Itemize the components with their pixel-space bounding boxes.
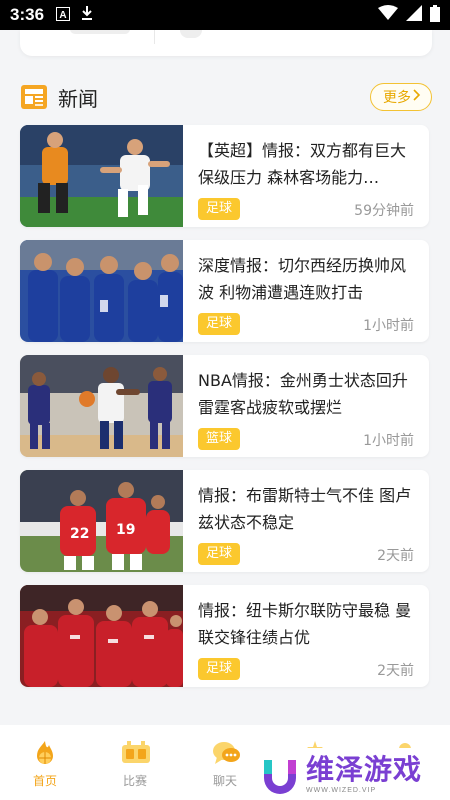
download-icon xyxy=(80,5,94,25)
tab-label: 比赛 xyxy=(122,774,147,788)
news-time: 59分钟前 xyxy=(354,203,414,219)
signal-icon xyxy=(406,5,422,25)
news-time: 1小时前 xyxy=(363,433,414,449)
tab-label: 聊天 xyxy=(212,774,237,788)
news-thumbnail xyxy=(20,240,183,342)
ghost-badge xyxy=(180,30,202,38)
category-tag: 篮球 xyxy=(198,428,241,450)
more-label: 更多 xyxy=(383,90,411,106)
battery-icon xyxy=(430,4,440,26)
news-headline: 情报：布雷斯特士气不佳 图卢兹状态不稳定 xyxy=(198,486,412,532)
watermark-url: WWW.WIZED.VIP xyxy=(306,787,377,794)
news-item[interactable]: 【英超】情报：双方都有巨大保级压力 森林客场能力… 足球 59分钟前 xyxy=(20,125,429,227)
news-section-header: 新闻 更多 xyxy=(20,80,432,114)
svg-text:A: A xyxy=(59,10,66,21)
news-time: 2天前 xyxy=(377,663,414,679)
chevron-right-icon xyxy=(413,89,421,105)
svg-text:22: 22 xyxy=(70,526,89,542)
scoreboard-icon xyxy=(121,739,150,767)
news-time: 2天前 xyxy=(377,548,414,564)
news-headline: 【英超】情报：双方都有巨大保级压力 森林客场能力… xyxy=(198,141,407,187)
svg-text:19: 19 xyxy=(116,522,135,538)
match-card-remnant[interactable] xyxy=(20,30,432,56)
news-item[interactable]: 深度情报：切尔西经历换帅风波 利物浦遭遇连败打击 足球 1小时前 xyxy=(20,240,429,342)
category-tag: 足球 xyxy=(198,313,241,335)
divider xyxy=(154,30,155,44)
notification-a-icon: A xyxy=(56,6,71,25)
news-list: 【英超】情报：双方都有巨大保级压力 森林客场能力… 足球 59分钟前 深度情报：… xyxy=(20,125,429,700)
tab-matches[interactable]: 比赛 xyxy=(90,725,180,800)
news-headline: 情报：纽卡斯尔联防守最稳 曼联交锋往绩占优 xyxy=(198,601,412,647)
news-time: 1小时前 xyxy=(363,318,414,334)
category-tag: 足球 xyxy=(198,658,241,680)
news-item[interactable]: 22 19 情报：布雷斯特士气不佳 图卢兹状态不稳定 足球 2天前 xyxy=(20,470,429,572)
watermark-text: 维泽游戏 xyxy=(306,753,423,786)
category-tag: 足球 xyxy=(198,543,241,565)
news-thumbnail xyxy=(20,585,183,687)
news-thumbnail xyxy=(20,355,183,457)
category-tag: 足球 xyxy=(198,198,241,220)
news-thumbnail xyxy=(20,125,183,227)
status-time: 3:36 xyxy=(10,5,45,24)
news-item[interactable]: 情报：纽卡斯尔联防守最稳 曼联交锋往绩占优 足球 2天前 xyxy=(20,585,429,687)
tab-label: 首页 xyxy=(32,774,57,788)
watermark: 维泽游戏 WWW.WIZED.VIP xyxy=(250,748,450,800)
section-title: 新闻 xyxy=(58,86,98,111)
news-item[interactable]: NBA情报：金州勇士状态回升 雷霆客战疲软或摆烂 篮球 1小时前 xyxy=(20,355,429,457)
more-button[interactable]: 更多 xyxy=(370,83,432,111)
wifi-icon xyxy=(378,5,398,25)
news-headline: NBA情报：金州勇士状态回升 雷霆客战疲软或摆烂 xyxy=(198,371,408,417)
status-bar: 3:36 A xyxy=(0,0,450,30)
newspaper-icon xyxy=(20,83,48,111)
tab-home[interactable]: 首页 xyxy=(0,725,90,800)
basketball-fire-icon xyxy=(31,739,59,767)
chat-bubbles-icon xyxy=(211,739,240,767)
ghost-text xyxy=(70,30,130,34)
news-headline: 深度情报：切尔西经历换帅风波 利物浦遭遇连败打击 xyxy=(198,256,407,302)
news-thumbnail: 22 19 xyxy=(20,470,183,572)
watermark-logo-icon xyxy=(260,754,300,794)
